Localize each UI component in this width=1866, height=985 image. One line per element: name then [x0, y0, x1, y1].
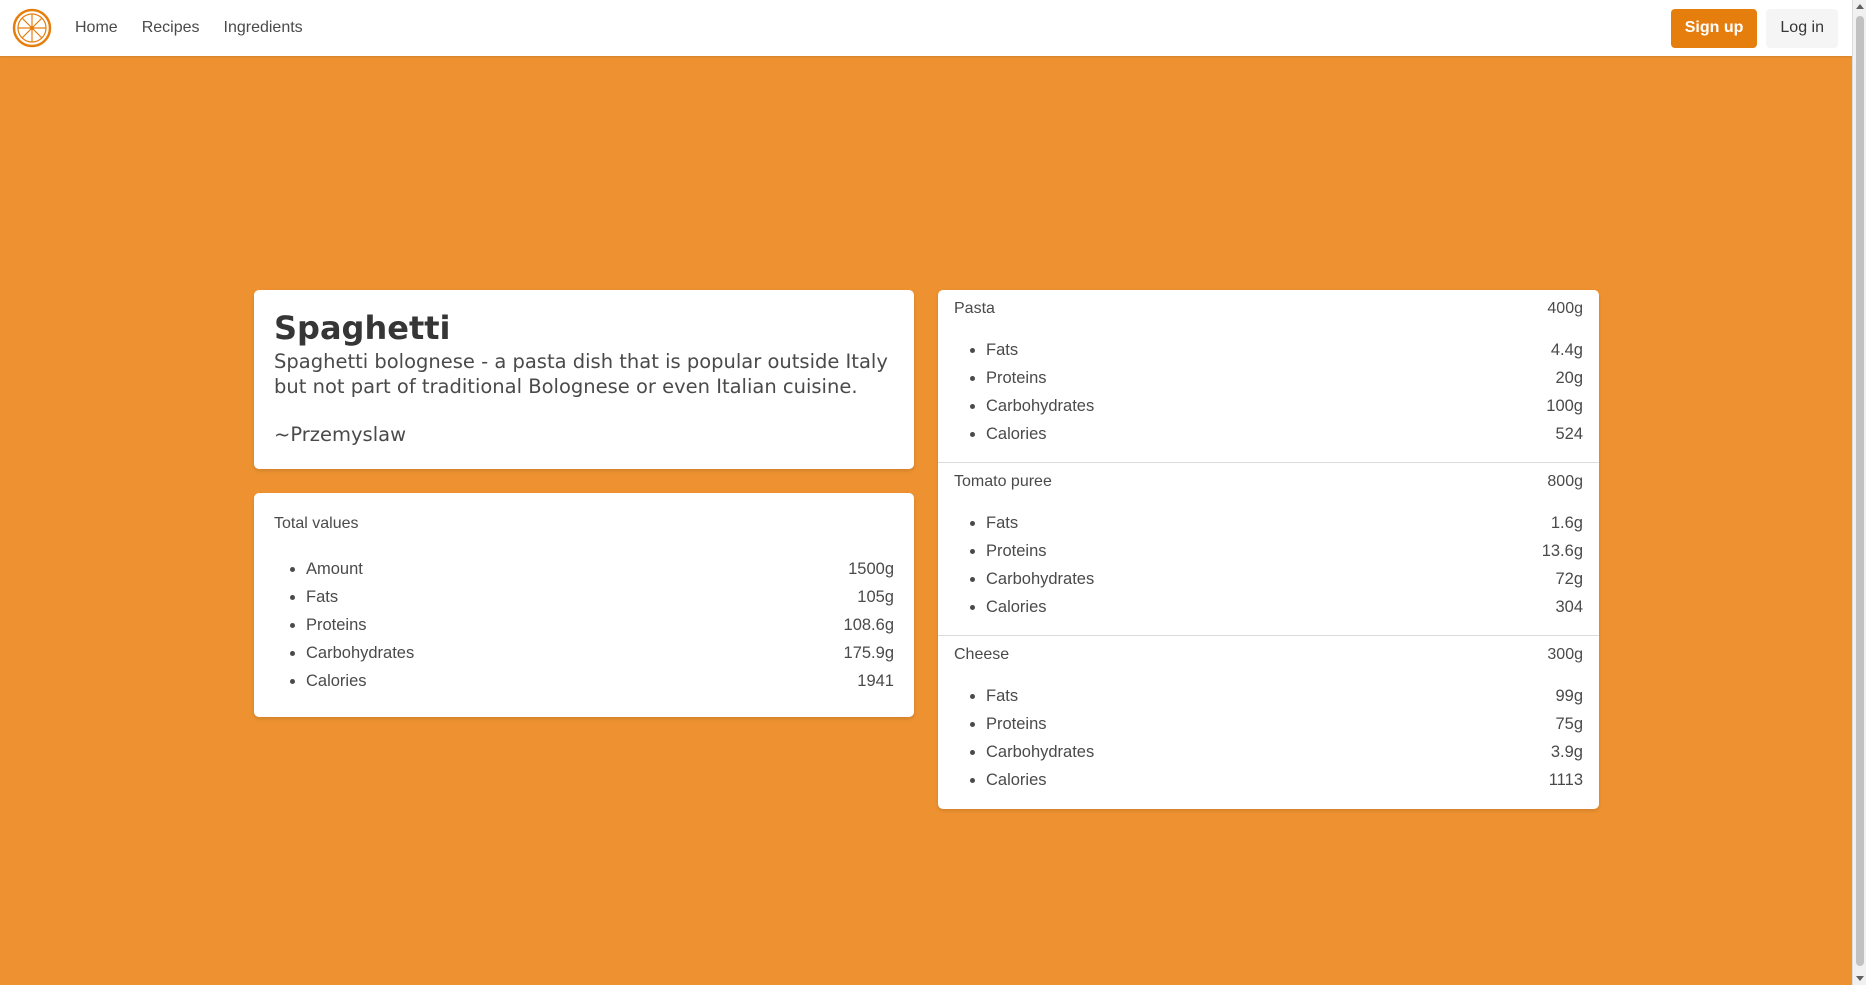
nav-link-ingredients[interactable]: Ingredients	[224, 19, 303, 37]
totals-heading: Total values	[274, 515, 894, 533]
ingredient-heading: Tomato puree 800g	[954, 473, 1583, 491]
nutrient-value: 1.6g	[1550, 514, 1583, 532]
recipe-card: Spaghetti Spaghetti bolognese - a pasta …	[254, 290, 914, 469]
nutrient-label: Amount	[306, 560, 363, 578]
nutrient-value: 1500g	[848, 560, 894, 578]
nutrient-value: 99g	[1555, 687, 1583, 705]
ingredient-heading: Pasta 400g	[954, 300, 1583, 318]
ingredients-card: Pasta 400g Fats 4.4g Proteins 20g Carbohyd…	[938, 290, 1599, 809]
nutrient-label: Calories	[306, 672, 367, 690]
list-item: Proteins 108.6g	[306, 611, 894, 639]
nav-link-home[interactable]: Home	[75, 19, 118, 37]
ingredient-nutrients: Fats 4.4g Proteins 20g Carbohydrates 100g C…	[954, 336, 1583, 448]
list-item: Calories 524	[986, 420, 1583, 448]
ingredient-name: Cheese	[954, 646, 1010, 663]
list-item: Proteins 13.6g	[986, 537, 1583, 565]
nutrient-value: 13.6g	[1541, 542, 1583, 560]
ingredient-name: Pasta	[954, 300, 995, 317]
ingredient-name: Tomato puree	[954, 473, 1052, 490]
nutrient-value: 75g	[1555, 715, 1583, 733]
nutrient-value: 1113	[1548, 771, 1583, 789]
nutrient-label: Calories	[986, 771, 1047, 789]
nutrient-value: 4.4g	[1550, 341, 1583, 359]
nutrient-value: 524	[1555, 425, 1583, 443]
ingredient-nutrients: Fats1.6g Proteins13.6g Carbohydrates72g …	[954, 509, 1583, 621]
nutrient-value: 304	[1555, 598, 1583, 616]
list-item: Carbohydrates 175.9g	[306, 639, 894, 667]
scroll-down-icon[interactable]	[1856, 976, 1864, 981]
nutrient-label: Proteins	[986, 715, 1047, 733]
recipe-author: ~Przemyslaw	[274, 423, 407, 446]
nutrient-label: Fats	[986, 341, 1019, 359]
nutrient-value: 20g	[1555, 369, 1583, 387]
list-item: Proteins 75g	[986, 710, 1583, 738]
orange-slice-icon[interactable]	[11, 7, 53, 49]
nutrient-label: Fats	[986, 514, 1019, 532]
nutrient-label: Carbohydrates	[306, 644, 415, 662]
nutrient-label: Carbohydrates	[986, 743, 1095, 761]
nutrient-label: Carbohydrates	[986, 570, 1095, 588]
nutrient-label: Carbohydrates	[986, 397, 1095, 415]
nutrient-value: 108.6g	[843, 616, 894, 634]
nav-actions: Sign up Log in	[1670, 8, 1838, 48]
ingredient-amount: 300g	[1547, 646, 1583, 663]
ingredient-amount: 400g	[1547, 300, 1583, 317]
nutrient-label: Calories	[986, 425, 1047, 443]
recipe-description: Spaghetti bolognese - a pasta dish that …	[274, 350, 888, 398]
list-item: Carbohydrates 3.9g	[986, 738, 1583, 766]
list-item: Calories 1941	[306, 667, 894, 695]
nutrient-value: 72g	[1555, 570, 1583, 588]
scroll-up-icon[interactable]	[1856, 4, 1864, 9]
top-navbar: Home Recipes Ingredients Sign up Log in	[0, 0, 1852, 56]
list-item: Fats 4.4g	[986, 336, 1583, 364]
list-item: Amount 1500g	[306, 555, 894, 583]
nutrient-value: 100g	[1546, 397, 1583, 415]
totals-list: Amount 1500g Fats 105g Proteins 108.6g Carb…	[274, 555, 894, 695]
nutrient-label: Proteins	[986, 542, 1047, 560]
nutrient-value: 3.9g	[1550, 743, 1583, 761]
signup-button[interactable]: Sign up	[1670, 8, 1758, 48]
scroll-thumb[interactable]	[1856, 16, 1864, 966]
nutrient-label: Proteins	[986, 369, 1047, 387]
ingredient-tomato-puree: Tomato puree 800g Fats 1.6g Proteins 13.6g…	[938, 463, 1599, 636]
login-button[interactable]: Log in	[1766, 8, 1838, 48]
list-item: Proteins 20g	[986, 364, 1583, 392]
page-scrollbar[interactable]	[1852, 0, 1866, 985]
list-item: Calories 304	[986, 593, 1583, 621]
nutrient-value: 1941	[857, 672, 894, 690]
ingredient-amount: 800g	[1547, 473, 1583, 490]
ingredient-pasta: Pasta 400g Fats 4.4g Proteins 20g Carbohyd…	[938, 290, 1599, 463]
ingredient-nutrients: Fats 99g Proteins 75g Carbohydrates 3.9g Ca…	[954, 682, 1583, 794]
list-item: Carbohydrates 72g	[986, 565, 1583, 593]
list-item: Fats 105g	[306, 583, 894, 611]
ingredient-heading: Cheese 300g	[954, 646, 1583, 664]
list-item: Fats 1.6g	[986, 509, 1583, 537]
list-item: Calories 1113	[986, 766, 1583, 794]
totals-card: Total values Amount 1500g Fats 105g Protei…	[254, 493, 914, 717]
nutrient-label: Fats	[986, 687, 1019, 705]
nutrient-label: Proteins	[306, 616, 367, 634]
totals-heading-label: Total values	[274, 515, 359, 532]
nutrient-label: Calories	[986, 598, 1047, 616]
list-item: Carbohydrates 100g	[986, 392, 1583, 420]
recipe-title: Spaghetti	[274, 309, 451, 347]
ingredient-cheese: Cheese 300g Fats 99g Proteins 75g Carbohyd…	[938, 636, 1599, 809]
nutrient-label: Fats	[306, 588, 339, 606]
list-item: Fats 99g	[986, 682, 1583, 710]
nav-link-recipes[interactable]: Recipes	[142, 19, 200, 37]
nutrient-value: 175.9g	[843, 644, 894, 662]
nutrient-value: 105g	[857, 588, 894, 606]
